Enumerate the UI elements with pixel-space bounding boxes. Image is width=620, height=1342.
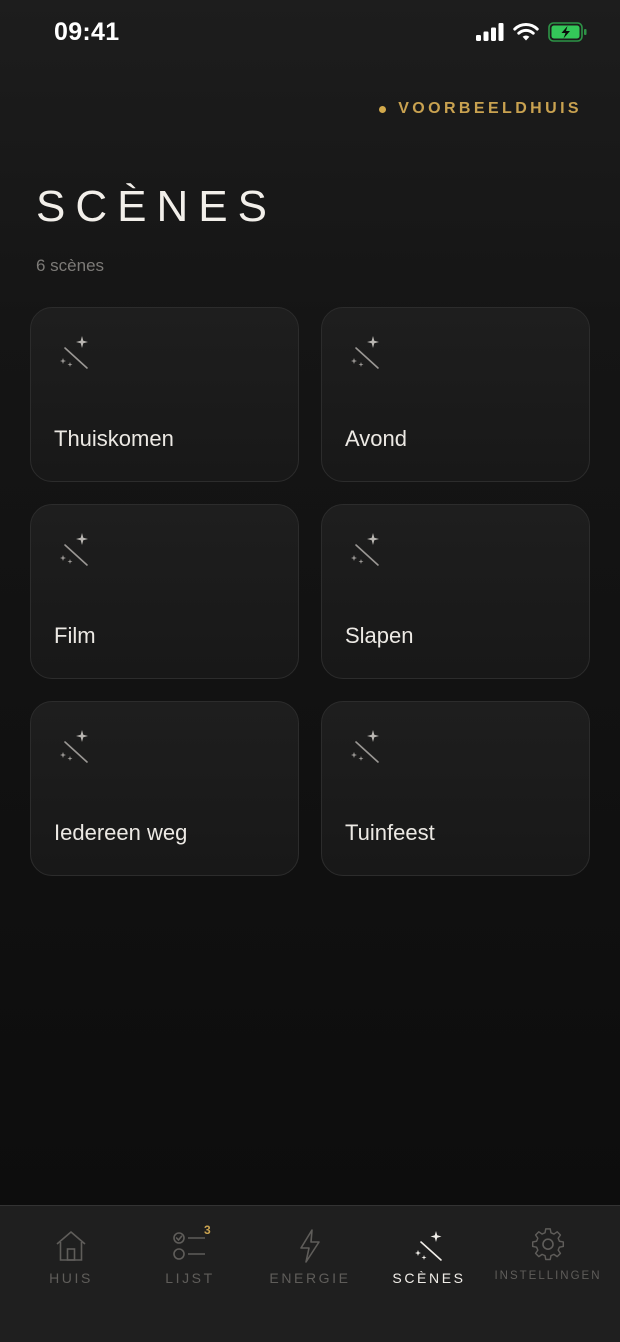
tab-label: SCÈNES <box>392 1270 466 1286</box>
scene-label: Avond <box>345 426 407 451</box>
home-selector[interactable]: VOORBEELDHUIS <box>379 100 582 118</box>
home-status-dot <box>379 105 387 113</box>
home-name: VOORBEELDHUIS <box>398 100 582 117</box>
magic-wand-icon <box>351 336 379 369</box>
scene-label: Iedereen weg <box>54 820 188 845</box>
tab-label: ENERGIE <box>269 1270 351 1286</box>
lightning-icon <box>300 1229 320 1263</box>
scene-label: Film <box>54 623 96 648</box>
tab-label: LIJST <box>165 1270 215 1286</box>
tab-instellingen[interactable]: INSTELLINGEN <box>486 1206 610 1306</box>
tab-bar: HUIS 3 LIJST ENERGIE SCÈNES INSTELLINGEN <box>0 1205 620 1342</box>
tab-label: HUIS <box>49 1270 93 1286</box>
scene-card-iedereen-weg[interactable]: Iedereen weg <box>30 701 299 876</box>
house-icon <box>56 1231 86 1261</box>
tab-label: INSTELLINGEN <box>494 1270 602 1282</box>
tab-lijst[interactable]: 3 LIJST <box>128 1206 252 1306</box>
scene-grid: Thuiskomen Avond Film Slapen Iedereen we… <box>30 307 590 876</box>
battery-charging-icon <box>548 22 588 42</box>
magic-wand-icon <box>415 1231 442 1261</box>
scene-card-film[interactable]: Film <box>30 504 299 679</box>
scene-card-avond[interactable]: Avond <box>321 307 590 482</box>
magic-wand-icon <box>351 533 379 566</box>
tab-huis[interactable]: HUIS <box>9 1206 133 1306</box>
scene-count: 6 scènes <box>36 256 105 275</box>
status-icons <box>476 22 588 42</box>
magic-wand-icon <box>351 730 379 763</box>
tab-scenes[interactable]: SCÈNES <box>367 1206 491 1306</box>
status-bar: 09:41 <box>0 0 620 68</box>
scene-card-tuinfeest[interactable]: Tuinfeest <box>321 701 590 876</box>
scene-label: Thuiskomen <box>54 426 174 451</box>
magic-wand-icon <box>60 336 88 369</box>
magic-wand-icon <box>60 533 88 566</box>
tab-energie[interactable]: ENERGIE <box>248 1206 372 1306</box>
screen: 09:41 VOORBEELDHUIS SCÈNES 6 scènes Thui… <box>0 0 620 1342</box>
gear-icon <box>531 1228 565 1261</box>
scene-label: Tuinfeest <box>345 820 435 845</box>
scene-card-slapen[interactable]: Slapen <box>321 504 590 679</box>
page-title: SCÈNES <box>36 182 277 231</box>
checklist-icon <box>173 1232 205 1260</box>
scene-label: Slapen <box>345 623 414 648</box>
status-time: 09:41 <box>54 18 120 46</box>
wifi-icon <box>513 22 539 42</box>
tab-badge: 3 <box>204 1223 211 1237</box>
magic-wand-icon <box>60 730 88 763</box>
cellular-signal-icon <box>476 23 504 41</box>
scene-card-thuiskomen[interactable]: Thuiskomen <box>30 307 299 482</box>
